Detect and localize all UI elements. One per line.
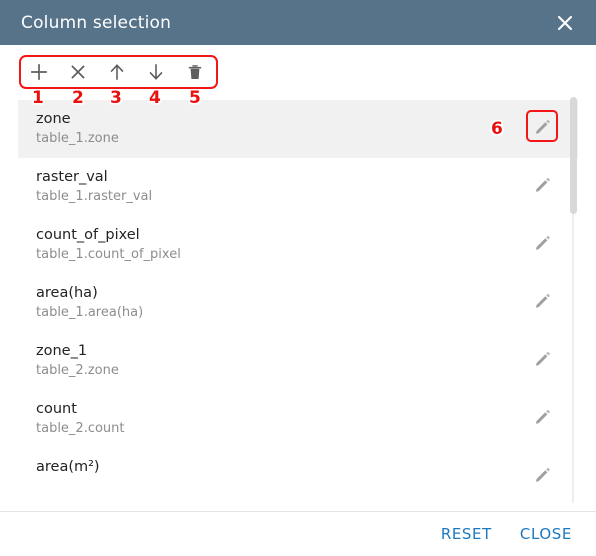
column-list: zone table_1.zone raster_val table_1.raster… [18, 100, 578, 503]
callout-1: 1 [32, 88, 44, 108]
column-toolbar [19, 55, 218, 89]
list-item-subtitle: table_1.zone [36, 131, 119, 146]
callout-5: 5 [189, 88, 201, 108]
list-item-text: zone_1 table_2.zone [36, 341, 119, 380]
arrow-down-icon[interactable] [136, 55, 175, 89]
pencil-icon[interactable] [526, 110, 558, 142]
list-item-subtitle: table_2.zone [36, 363, 119, 378]
list-item-title: count_of_pixel [36, 227, 140, 243]
pencil-icon[interactable] [526, 226, 558, 258]
list-item-text: count table_2.count [36, 399, 125, 438]
dialog-header: Column selection [0, 0, 596, 45]
list-item-subtitle: table_2.count [36, 421, 125, 436]
list-item-title: count [36, 401, 77, 417]
list-item-title: area(m²) [36, 459, 100, 475]
plus-icon[interactable] [19, 55, 58, 89]
list-scrollbar-thumb[interactable] [570, 97, 577, 214]
list-item-subtitle: table_1.count_of_pixel [36, 247, 181, 262]
arrow-up-icon[interactable] [97, 55, 136, 89]
list-item-text: area(ha) table_1.area(ha) [36, 283, 143, 322]
callout-2: 2 [72, 88, 84, 108]
cross-icon[interactable] [58, 55, 97, 89]
list-item-subtitle: table_1.area(ha) [36, 305, 144, 320]
list-item-title: zone [36, 111, 71, 127]
list-item-text: raster_val table_1.raster_val [36, 167, 152, 206]
list-item-title: zone_1 [36, 343, 88, 359]
list-item-text: area(m²) [36, 457, 100, 477]
list-item[interactable]: raster_val table_1.raster_val [18, 158, 578, 216]
column-selection-dialog: Column selection 1 2 3 4 5 6 zone table_… [0, 0, 596, 556]
list-item-title: raster_val [36, 169, 108, 185]
pencil-icon[interactable] [526, 458, 558, 490]
list-item-title: area(ha) [36, 285, 98, 301]
list-item[interactable]: area(m²) [18, 448, 578, 503]
list-item[interactable]: count_of_pixel table_1.count_of_pixel [18, 216, 578, 274]
pencil-icon[interactable] [526, 400, 558, 432]
list-item[interactable]: area(ha) table_1.area(ha) [18, 274, 578, 332]
list-item-subtitle: table_1.raster_val [36, 189, 153, 204]
pencil-icon[interactable] [526, 342, 558, 374]
reset-button[interactable]: RESET [441, 525, 492, 543]
pencil-icon[interactable] [526, 284, 558, 316]
pencil-icon[interactable] [526, 168, 558, 200]
close-icon[interactable] [550, 8, 580, 38]
dialog-footer: RESET CLOSE [0, 512, 596, 556]
list-item-text: count_of_pixel table_1.count_of_pixel [36, 225, 181, 264]
callout-4: 4 [149, 88, 161, 108]
list-item-text: zone table_1.zone [36, 109, 119, 148]
callout-6: 6 [491, 119, 503, 139]
dialog-title: Column selection [21, 12, 172, 33]
list-item[interactable]: zone_1 table_2.zone [18, 332, 578, 390]
close-button[interactable]: CLOSE [520, 525, 572, 543]
callout-3: 3 [110, 88, 122, 108]
list-item[interactable]: count table_2.count [18, 390, 578, 448]
trash-icon[interactable] [175, 55, 214, 89]
